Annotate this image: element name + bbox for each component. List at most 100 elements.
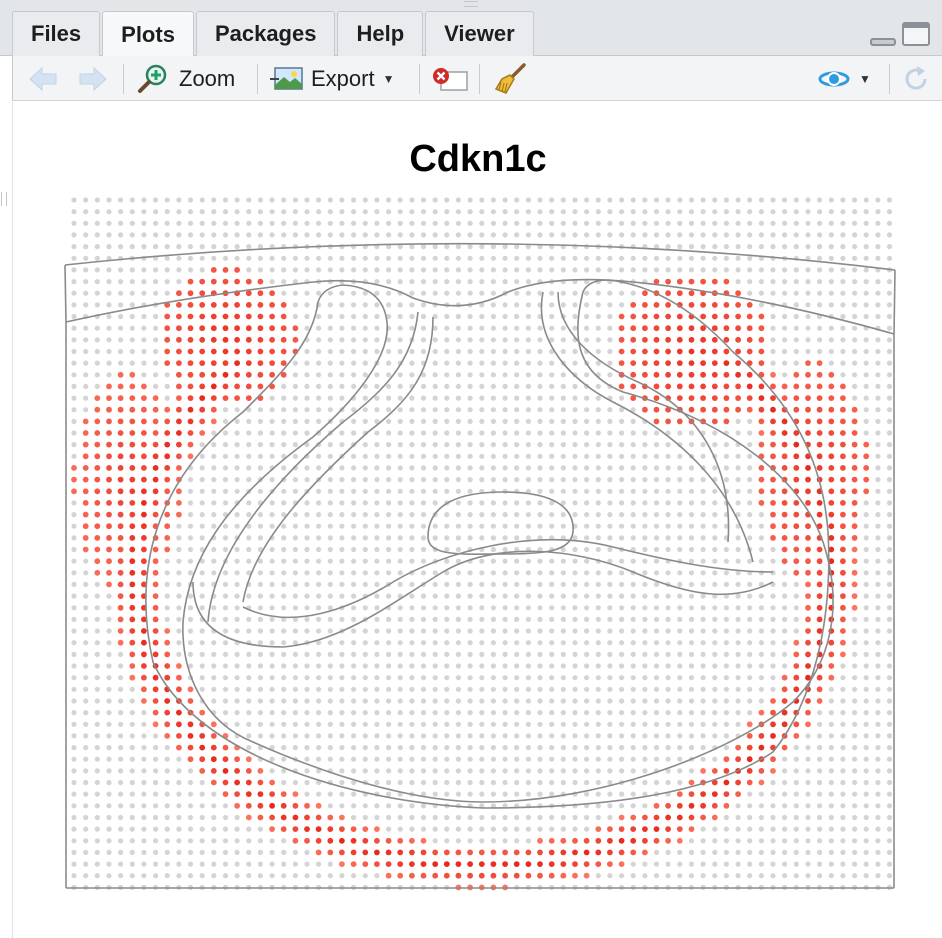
spot: [339, 488, 345, 494]
spot: [700, 873, 706, 879]
back-button[interactable]: [27, 56, 59, 101]
minimize-pane-button[interactable]: [870, 38, 896, 46]
spot: [525, 733, 532, 739]
spot: [83, 570, 89, 576]
spot: [432, 570, 438, 576]
spot: [257, 791, 264, 797]
spot: [758, 791, 765, 797]
spot: [164, 406, 171, 413]
spot: [351, 570, 357, 576]
spot: [386, 418, 392, 424]
spot: [94, 710, 100, 716]
spot: [82, 488, 89, 495]
spot: [164, 639, 171, 646]
spot: [141, 558, 147, 565]
pane-splitter-handle[interactable]: [1, 192, 7, 206]
tab-files[interactable]: Files: [12, 11, 101, 56]
spot: [71, 686, 77, 692]
spot: [374, 605, 380, 611]
spot: [618, 336, 625, 343]
spot: [374, 675, 380, 681]
spot: [210, 313, 217, 320]
zoom-button[interactable]: Zoom: [137, 56, 235, 101]
spot: [805, 745, 811, 751]
spot: [420, 779, 427, 786]
spot: [712, 500, 718, 506]
spot: [514, 512, 520, 518]
spot: [339, 826, 345, 832]
pane-resize-handle[interactable]: [464, 1, 478, 7]
spot: [374, 302, 380, 308]
spot: [688, 570, 695, 576]
spot: [420, 686, 427, 692]
maximize-pane-button[interactable]: [902, 22, 930, 46]
spot: [852, 803, 858, 809]
spot: [199, 244, 205, 250]
spot: [886, 640, 893, 646]
spot: [863, 756, 869, 762]
spot: [94, 546, 101, 553]
spot: [222, 628, 229, 634]
spot: [619, 803, 625, 809]
spot: [362, 849, 369, 856]
spot: [572, 232, 578, 238]
spot: [141, 838, 147, 844]
spot: [549, 418, 555, 424]
spot: [688, 336, 695, 343]
tab-packages[interactable]: Packages: [195, 11, 336, 56]
spot: [537, 360, 543, 366]
tab-help[interactable]: Help: [337, 11, 424, 56]
publish-menu-button[interactable]: ▼: [817, 56, 871, 101]
spot: [677, 721, 683, 727]
spot: [327, 803, 333, 809]
spot: [840, 476, 846, 483]
spot: [153, 745, 159, 751]
spot: [444, 756, 450, 762]
spot: [432, 523, 438, 529]
spot: [386, 640, 392, 646]
spot: [164, 488, 171, 495]
spot: [164, 453, 171, 460]
spot: [595, 698, 601, 704]
spot: [176, 209, 182, 215]
spot: [584, 232, 590, 238]
spot: [374, 814, 380, 821]
spot: [514, 453, 520, 459]
spot: [304, 745, 310, 751]
spot: [118, 302, 124, 308]
spot: [129, 581, 136, 588]
spot: [840, 523, 846, 530]
spot: [467, 488, 473, 494]
spot: [886, 710, 893, 716]
spot: [210, 756, 217, 763]
spot: [222, 546, 229, 553]
spot: [420, 220, 427, 226]
spot: [583, 837, 590, 844]
spot: [723, 581, 730, 587]
spot: [362, 581, 368, 587]
export-menu-button[interactable]: Export ▼: [269, 56, 394, 101]
remove-plot-button[interactable]: [431, 56, 469, 101]
spot: [490, 372, 496, 378]
spot: [630, 197, 636, 203]
spot: [863, 873, 869, 879]
spot: [828, 873, 834, 879]
spot: [793, 441, 800, 448]
spot: [490, 313, 496, 320]
spot: [409, 255, 415, 261]
spot: [129, 453, 136, 460]
spot: [94, 616, 100, 623]
spot: [746, 302, 753, 308]
spot: [432, 663, 438, 669]
spot: [584, 745, 590, 751]
spot: [187, 500, 194, 506]
spot: [630, 477, 636, 483]
spot: [455, 861, 462, 867]
forward-button[interactable]: [77, 56, 109, 101]
tab-plots[interactable]: Plots: [102, 11, 194, 57]
tab-viewer[interactable]: Viewer: [425, 11, 534, 56]
clear-all-plots-button[interactable]: [493, 56, 527, 101]
spot: [117, 593, 124, 599]
refresh-button[interactable]: [901, 56, 931, 101]
spot: [153, 861, 159, 867]
